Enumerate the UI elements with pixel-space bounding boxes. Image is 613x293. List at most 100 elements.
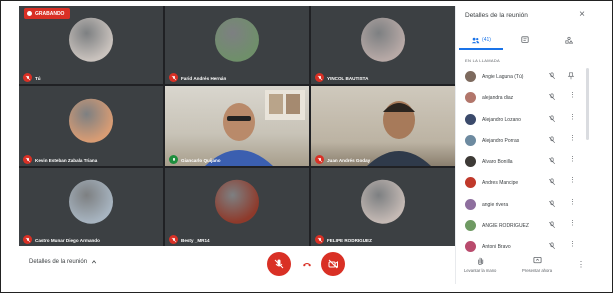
more-options-icon[interactable]: ⋮ <box>569 156 576 164</box>
participant-avatar <box>69 17 113 62</box>
recording-badge: GRABANDO <box>24 8 71 19</box>
raise-hand-button[interactable]: Levantar la mano <box>464 256 496 273</box>
close-icon[interactable]: × <box>579 9 585 20</box>
list-item[interactable]: Alejandro Lozano ⋮ <box>456 109 586 130</box>
hang-up-button[interactable] <box>295 252 319 276</box>
more-options-icon[interactable]: ⋮ <box>569 241 576 249</box>
participant-tile[interactable]: Farid Andrés Hernán <box>165 6 309 84</box>
participant-name: Alejandro Lozano <box>482 116 521 123</box>
camera-off-icon <box>328 259 338 269</box>
video-grid: Tú GRABANDO Farid Andrés Hernán YINCOL B… <box>19 6 455 246</box>
participant-name: Kevin Esteban Zabala Triana <box>35 158 98 163</box>
list-item[interactable]: Andres Mancipe ⋮ <box>456 172 586 193</box>
participant-avatar <box>69 179 113 224</box>
participant-avatar <box>215 179 259 224</box>
list-item[interactable]: Antoni Bravo ⋮ <box>456 236 586 257</box>
hand-icon <box>477 257 483 265</box>
meeting-details-panel: Detalles de la reunión × (41) EN LA LLAM… <box>455 6 597 284</box>
list-item[interactable]: Alvaro Bonilla ⋮ <box>456 151 586 172</box>
participant-tile[interactable]: Besty _MR14 <box>165 168 309 246</box>
more-options-icon[interactable]: ⋮ <box>569 114 576 122</box>
participant-name: Giancarlo Quijano <box>181 158 221 163</box>
list-item[interactable]: ANGIE RODRIGUEZ ⋮ <box>456 215 586 236</box>
chevron-up-icon <box>91 260 97 264</box>
participant-tile[interactable]: Kevin Esteban Zabala Triana <box>19 86 163 166</box>
more-options-icon[interactable]: ⋮ <box>569 199 576 207</box>
participant-avatar <box>465 71 476 82</box>
list-item[interactable]: Angie Laguna (Tú) <box>456 66 586 87</box>
more-options-icon[interactable]: ⋮ <box>569 220 576 228</box>
activities-icon <box>565 36 573 44</box>
tab-activities[interactable] <box>547 30 591 50</box>
participant-name: ANGIE RODRIGUEZ <box>482 223 529 230</box>
participant-list-scrollbar[interactable] <box>586 68 589 140</box>
more-options-icon[interactable]: ⋮ <box>569 177 576 185</box>
phone-hangup-icon <box>303 263 311 267</box>
participant-avatar <box>465 177 476 189</box>
mic-muted-icon <box>315 155 324 164</box>
participant-name: Angie Laguna (Tú) <box>482 74 524 80</box>
participant-name: Besty _MR14 <box>181 238 210 243</box>
mic-muted-icon <box>315 235 324 244</box>
microphone-toggle-button[interactable] <box>267 252 291 276</box>
mic-muted-icon <box>315 73 324 82</box>
pin-icon[interactable] <box>567 72 575 80</box>
participant-tile[interactable]: Castro Munar Diego Armando <box>19 168 163 246</box>
chat-icon <box>521 36 529 43</box>
participant-list: Angie Laguna (Tú) alejandra diaz ⋮ Aleja… <box>456 66 586 258</box>
participant-tile[interactable]: FELIPE RODRIGUEZ <box>311 168 455 246</box>
participant-video-tile[interactable]: Juan Andrés Goday <box>311 86 455 166</box>
participant-name: Alvaro Bonilla <box>482 159 513 166</box>
record-dot-icon <box>27 11 32 16</box>
mic-muted-icon <box>23 155 32 164</box>
list-item[interactable]: angie rivera ⋮ <box>456 194 586 215</box>
meeting-details-toggle[interactable]: Detalles de la reunión <box>29 259 97 265</box>
tab-chat[interactable] <box>503 30 547 50</box>
meeting-window: Tú GRABANDO Farid Andrés Hernán YINCOL B… <box>0 0 613 293</box>
participant-name: Alejandro Porras <box>482 137 520 144</box>
mic-off-icon <box>548 242 556 250</box>
participant-avatar <box>361 17 405 62</box>
more-options-icon[interactable]: ⋮ <box>569 135 576 143</box>
participant-avatar <box>69 98 113 143</box>
participant-name: Farid Andrés Hernán <box>181 76 227 81</box>
participant-name: FELIPE RODRIGUEZ <box>327 238 372 243</box>
people-icon <box>471 37 480 43</box>
mic-muted-icon <box>23 235 32 244</box>
participant-tile[interactable]: Tú GRABANDO <box>19 6 163 84</box>
control-bar: Detalles de la reunión <box>19 246 455 284</box>
participant-video-tile[interactable]: Giancarlo Quijano <box>165 86 309 166</box>
participant-avatar <box>465 113 476 125</box>
more-options-icon[interactable]: ⋮ <box>569 92 576 100</box>
participant-name: Antoni Bravo <box>482 244 511 251</box>
list-item[interactable]: Alejandro Porras ⋮ <box>456 130 586 151</box>
mic-off-icon <box>548 136 556 143</box>
participant-avatar <box>465 92 476 104</box>
present-now-label: Presentar ahora <box>522 268 553 273</box>
participant-tile[interactable]: YINCOL BAUTISTA <box>311 6 455 84</box>
participant-name: Andres Mancipe <box>482 180 519 187</box>
list-item[interactable]: alejandra diaz ⋮ <box>456 87 586 108</box>
participant-name: Tú <box>35 76 41 81</box>
participant-avatar <box>465 156 476 168</box>
participant-video <box>367 101 431 166</box>
present-screen-icon <box>533 256 542 264</box>
participant-name: YINCOL BAUTISTA <box>327 76 369 81</box>
camera-toggle-button[interactable] <box>321 252 345 276</box>
participant-video <box>205 90 305 166</box>
meeting-details-label: Detalles de la reunión <box>29 259 88 265</box>
mic-off-icon <box>548 178 556 186</box>
mic-off-icon <box>548 157 556 165</box>
present-now-button[interactable]: Presentar ahora <box>522 256 552 273</box>
mic-off-icon <box>548 221 556 229</box>
more-options-icon[interactable]: ⋮ <box>577 260 585 269</box>
mic-muted-icon <box>169 73 178 82</box>
section-label: EN LA LLAMADA <box>465 58 501 63</box>
tab-people[interactable]: (41) <box>459 30 503 50</box>
mic-muted-icon <box>169 155 178 164</box>
active-tab-indicator <box>459 48 503 50</box>
participant-avatar <box>465 198 476 210</box>
recording-label: GRABANDO <box>35 10 65 17</box>
mic-off-icon <box>548 115 556 122</box>
participant-name: alejandra diaz <box>482 95 514 102</box>
